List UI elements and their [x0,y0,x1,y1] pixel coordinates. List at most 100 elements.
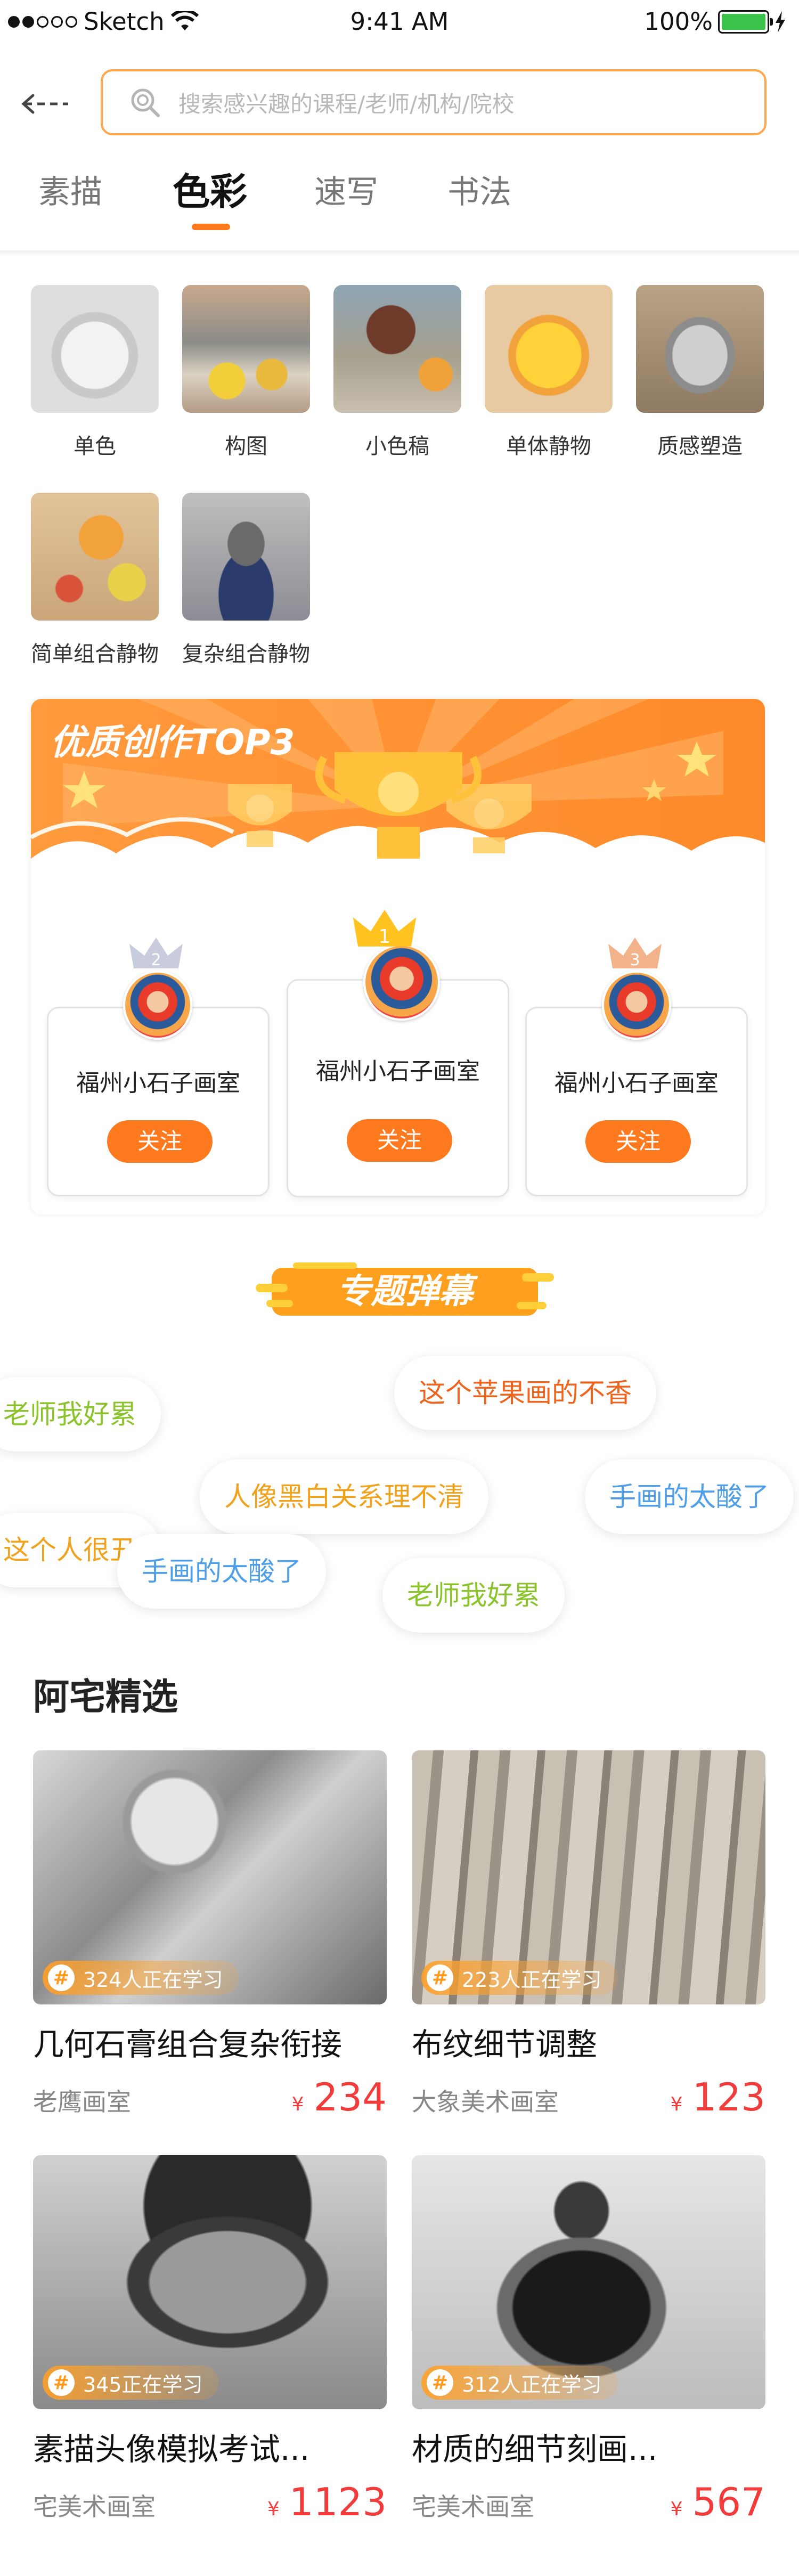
danmaku-bubble: 人像黑白关系理不清 [200,1460,488,1534]
tab-sketch[interactable]: 素描 [38,166,102,213]
category-image [485,285,613,413]
course-image: #324人正在学习 [33,1750,387,2004]
crown-rank: 2 [151,951,161,969]
hashtag-icon: # [427,2369,453,2396]
studio-avatar [602,971,671,1040]
learners-badge: #223人正在学习 [421,1961,618,1995]
featured-title: 阿宅精选 [33,1676,178,1718]
danmaku-bubble: 手画的太酸了 [117,1534,326,1609]
danmaku-bubble: 老师我好累 [0,1377,161,1452]
crown-rank: 1 [379,926,391,948]
learners-count: 312人正在学习 [462,2373,602,2396]
course-card[interactable]: #223人正在学习 布纹细节调整 大象美术画室 ¥123 [412,1750,765,2120]
gold-crown-icon: 1 [353,910,417,948]
course-card[interactable]: #345正在学习 素描头像模拟考试... 宅美术画室 ¥1123 [33,2155,387,2524]
course-card[interactable]: #312人正在学习 材质的细节刻画... 宅美术画室 ¥567 [412,2155,765,2524]
currency-symbol: ¥ [291,2093,304,2115]
category-monochrome[interactable]: 单色 [31,285,159,460]
charging-icon [776,11,785,32]
course-image: #345正在学习 [33,2155,387,2409]
category-complex-group[interactable]: 复杂组合静物 [182,493,310,667]
course-title: 材质的细节刻画... [412,2431,658,2467]
status-bar: Sketch 9:41 AM 100% [0,0,799,45]
category-image [333,285,461,413]
category-single-still-life[interactable]: 单体静物 [485,285,613,460]
hashtag-icon: # [427,1964,453,1991]
battery-icon [718,10,773,34]
search-icon [131,88,160,117]
studio-avatar [123,971,192,1040]
course-studio: 宅美术画室 [33,2492,156,2521]
danmaku-banner: 专题弹幕 [256,1257,554,1326]
category-tabs: 素描 色彩 速写 书法 [0,160,799,240]
category-label: 质感塑造 [657,434,743,459]
studio-avatar [363,944,440,1021]
top3-banner: 优质创作TOP3 [31,699,765,880]
category-texture[interactable]: 质感塑造 [636,285,764,460]
course-studio: 宅美术画室 [412,2492,534,2521]
category-image [31,493,159,621]
course-price: ¥234 [292,2075,387,2120]
learners-badge: #312人正在学习 [421,2366,618,2400]
hashtag-icon: # [48,2369,75,2396]
category-composition[interactable]: 构图 [182,285,310,460]
price-value: 1123 [289,2480,387,2524]
course-card[interactable]: #324人正在学习 几何石膏组合复杂衔接 老鹰画室 ¥234 [33,1750,387,2120]
course-studio: 老鹰画室 [33,2088,131,2116]
category-label: 小色稿 [365,434,429,459]
price-value: 567 [692,2480,765,2524]
course-title: 布纹细节调整 [412,2026,598,2063]
danmaku-bubble: 这个苹果画的不香 [394,1356,656,1430]
danmaku-title: 专题弹幕 [337,1272,473,1311]
back-button[interactable] [21,75,85,133]
course-title: 素描头像模拟考试... [33,2431,310,2467]
bronze-crown-icon: 3 [608,938,662,969]
learners-count: 345正在学习 [83,2373,203,2396]
battery-percent: 100% [644,7,713,36]
course-studio: 大象美术画室 [412,2088,559,2116]
learners-count: 324人正在学习 [83,1968,223,1992]
course-title: 几何石膏组合复杂衔接 [33,2026,343,2063]
top3-card: 优质创作TOP3 福州小石子画室 关注 2 福州小石子画室 关注 1 福州小石子… [31,699,765,1214]
category-image [636,285,764,413]
course-price: ¥1123 [267,2480,387,2524]
battery-group: 100% [644,7,786,36]
category-image [31,285,159,413]
studio-name: 福州小石子画室 [555,1070,719,1097]
price-value: 234 [313,2075,387,2120]
category-label: 单体静物 [506,434,591,459]
tab-calligraphy[interactable]: 书法 [447,166,511,213]
category-label: 单色 [74,434,116,459]
learners-badge: #324人正在学习 [43,1961,239,1995]
course-price: ¥123 [671,2075,765,2120]
currency-symbol: ¥ [670,2498,683,2520]
back-arrow-icon [21,94,68,114]
crown-rank: 3 [630,951,640,969]
category-label: 简单组合静物 [31,642,159,666]
category-image [182,493,310,621]
follow-button[interactable]: 关注 [585,1120,691,1163]
search-placeholder: 搜索感兴趣的课程/老师/机构/院校 [178,91,515,117]
tabs-divider [0,250,799,256]
active-tab-indicator [192,224,230,230]
learners-count: 223人正在学习 [462,1968,602,1992]
danmaku-bubble: 老师我好累 [382,1558,565,1633]
follow-button[interactable]: 关注 [347,1119,452,1162]
currency-symbol: ¥ [267,2498,280,2520]
currency-symbol: ¥ [670,2093,683,2115]
tab-color[interactable]: 色彩 [173,162,247,216]
follow-button[interactable]: 关注 [107,1120,213,1163]
category-simple-group[interactable]: 简单组合静物 [31,493,159,667]
category-image [182,285,310,413]
search-input[interactable]: 搜索感兴趣的课程/老师/机构/院校 [101,69,767,135]
danmaku-bubble: 手画的太酸了 [585,1460,794,1534]
tab-quick-sketch[interactable]: 速写 [314,166,378,213]
category-small-sketch[interactable]: 小色稿 [333,285,461,460]
price-value: 123 [692,2075,765,2120]
category-label: 构图 [225,434,267,459]
course-image: #312人正在学习 [412,2155,765,2409]
studio-name: 福州小石子画室 [76,1070,240,1097]
silver-crown-icon: 2 [129,938,183,969]
hashtag-icon: # [48,1964,75,1991]
studio-name: 福州小石子画室 [316,1058,480,1085]
